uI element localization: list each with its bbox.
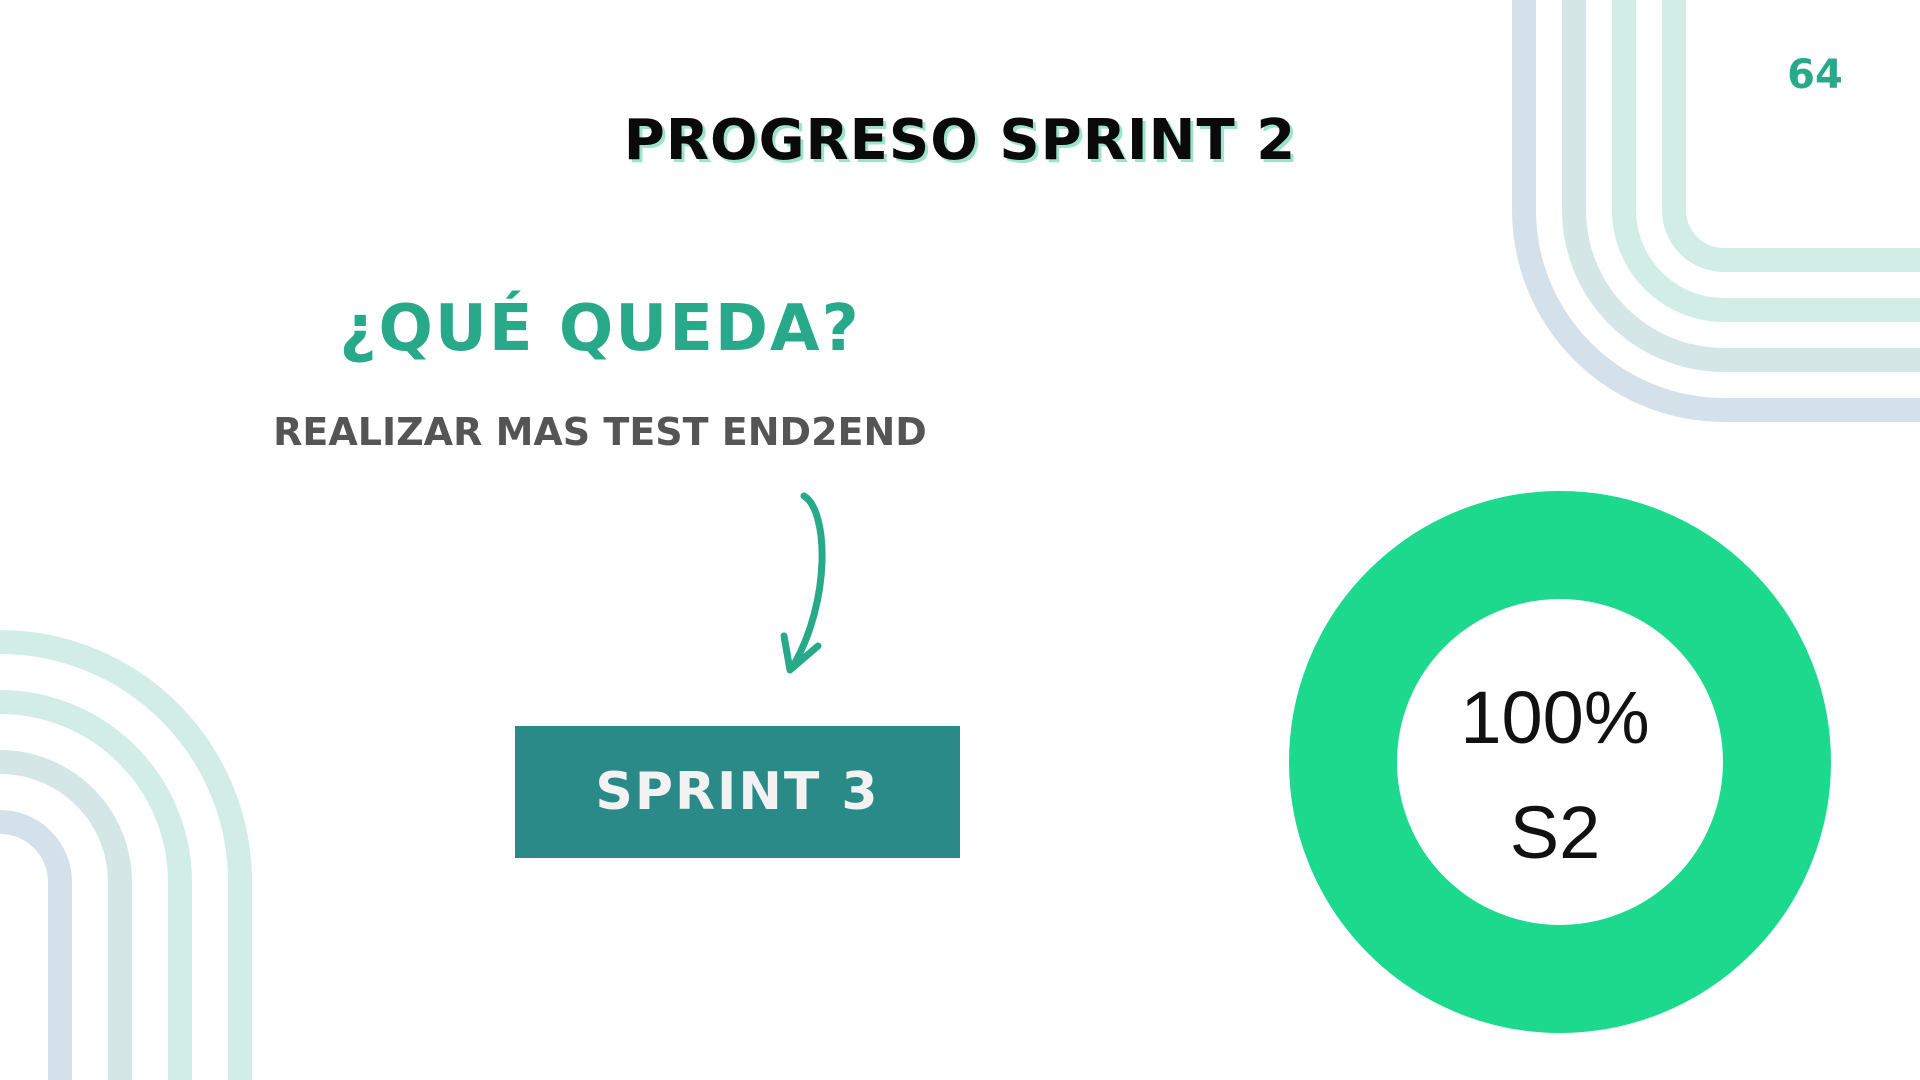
page-number: 64 xyxy=(1787,52,1843,98)
progress-percent: 100% xyxy=(1460,676,1650,759)
decor-arcs-bottom-left xyxy=(0,630,252,1080)
down-arrow-icon xyxy=(780,492,826,674)
donut-label: 100% S2 xyxy=(1390,660,1720,890)
slide: 64 PROGRESO SPRINT 2 ¿QUÉ QUEDA? REALIZA… xyxy=(0,0,1920,1080)
sprint-3-button[interactable]: SPRINT 3 xyxy=(515,726,960,858)
section-heading: ¿QUÉ QUEDA? xyxy=(339,292,861,366)
progress-sprint-label: S2 xyxy=(1509,791,1601,874)
pending-item-text: REALIZAR MAS TEST END2END xyxy=(273,410,927,454)
page-title: PROGRESO SPRINT 2 xyxy=(623,108,1297,173)
